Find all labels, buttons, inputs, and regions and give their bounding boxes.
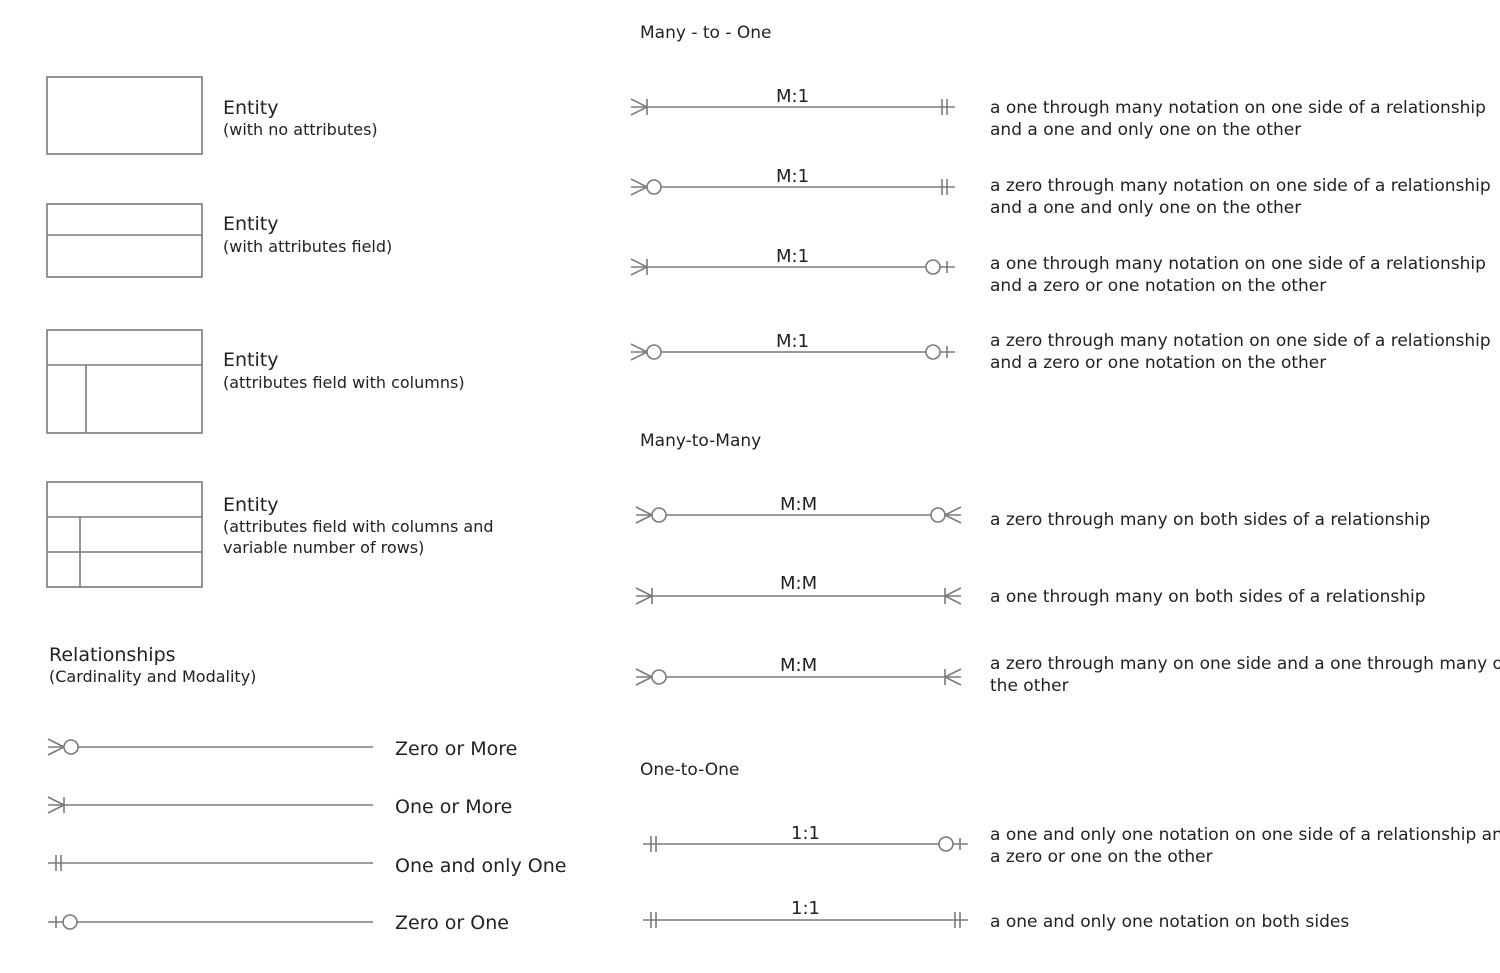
entity-shape-no-attributes[interactable]	[46, 76, 203, 155]
section-title-one-to-one: One-to-One	[640, 760, 740, 780]
entity-shape-attributes-columns-rows[interactable]	[46, 481, 203, 588]
entity-title: Entity	[223, 213, 279, 235]
legend-label-one-or-more: One or More	[395, 796, 513, 818]
cardinality-label: M:1	[776, 331, 810, 352]
section-title-many-to-one: Many - to - One	[640, 23, 772, 43]
relationship-description: a zero through many on one side and a on…	[990, 654, 1500, 674]
cardinality-label: M:1	[776, 86, 810, 107]
legend-symbol-zero-or-one[interactable]	[48, 914, 373, 930]
entity-shape-attributes-field[interactable]	[46, 203, 203, 278]
entity-subtitle: (with attributes field)	[223, 237, 393, 256]
cardinality-label: M:1	[776, 246, 810, 267]
entity-subtitle-line2: variable number of rows)	[223, 538, 425, 557]
entity-title: Entity	[223, 349, 279, 371]
entity-subtitle: (with no attributes)	[223, 120, 378, 139]
cardinality-label: M:M	[780, 655, 818, 676]
legend-symbol-zero-or-more[interactable]	[47, 738, 373, 756]
relationship-description: a one and only one notation on both side…	[990, 912, 1350, 932]
relationship-description: a zero through many notation on one side…	[990, 176, 1491, 196]
relationship-description: a zero through many on both sides of a r…	[990, 510, 1431, 530]
entity-title: Entity	[223, 97, 279, 119]
cardinality-label: M:1	[776, 166, 810, 187]
legend-label-zero-or-more: Zero or More	[395, 738, 518, 760]
relationship-description: a zero through many notation on one side…	[990, 331, 1491, 351]
entity-subtitle: (attributes field with columns)	[223, 373, 465, 392]
relationship-description-line2: the other	[990, 676, 1069, 696]
entity-subtitle: (attributes field with columns and	[223, 517, 494, 536]
relationships-subtitle: (Cardinality and Modality)	[49, 667, 257, 686]
cardinality-label: M:M	[780, 494, 818, 515]
relationship-description-line2: and a zero or one notation on the other	[990, 353, 1327, 373]
relationship-description: a one through many notation on one side …	[990, 254, 1486, 274]
relationship-description: a one through many on both sides of a re…	[990, 587, 1426, 607]
legend-label-one-and-only-one: One and only One	[395, 855, 567, 877]
cardinality-label: M:M	[780, 573, 818, 594]
entity-title: Entity	[223, 494, 279, 516]
entity-shape-attributes-columns[interactable]	[46, 329, 203, 434]
relationship-description-line2: and a zero or one notation on the other	[990, 276, 1327, 296]
relationship-description: a one and only one notation on one side …	[990, 825, 1500, 845]
legend-symbol-one-or-more[interactable]	[47, 796, 373, 814]
legend-symbol-one-and-only-one[interactable]	[48, 855, 373, 871]
relationship-description-line2: a zero or one on the other	[990, 847, 1213, 867]
legend-label-zero-or-one: Zero or One	[395, 912, 509, 934]
cardinality-label: 1:1	[791, 823, 820, 844]
section-title-many-to-many: Many-to-Many	[640, 431, 762, 451]
relationship-description-line2: and a one and only one on the other	[990, 120, 1302, 140]
relationship-description: a one through many notation on one side …	[990, 98, 1486, 118]
relationship-description-line2: and a one and only one on the other	[990, 198, 1302, 218]
cardinality-label: 1:1	[791, 898, 820, 919]
relationships-title: Relationships	[49, 644, 176, 666]
